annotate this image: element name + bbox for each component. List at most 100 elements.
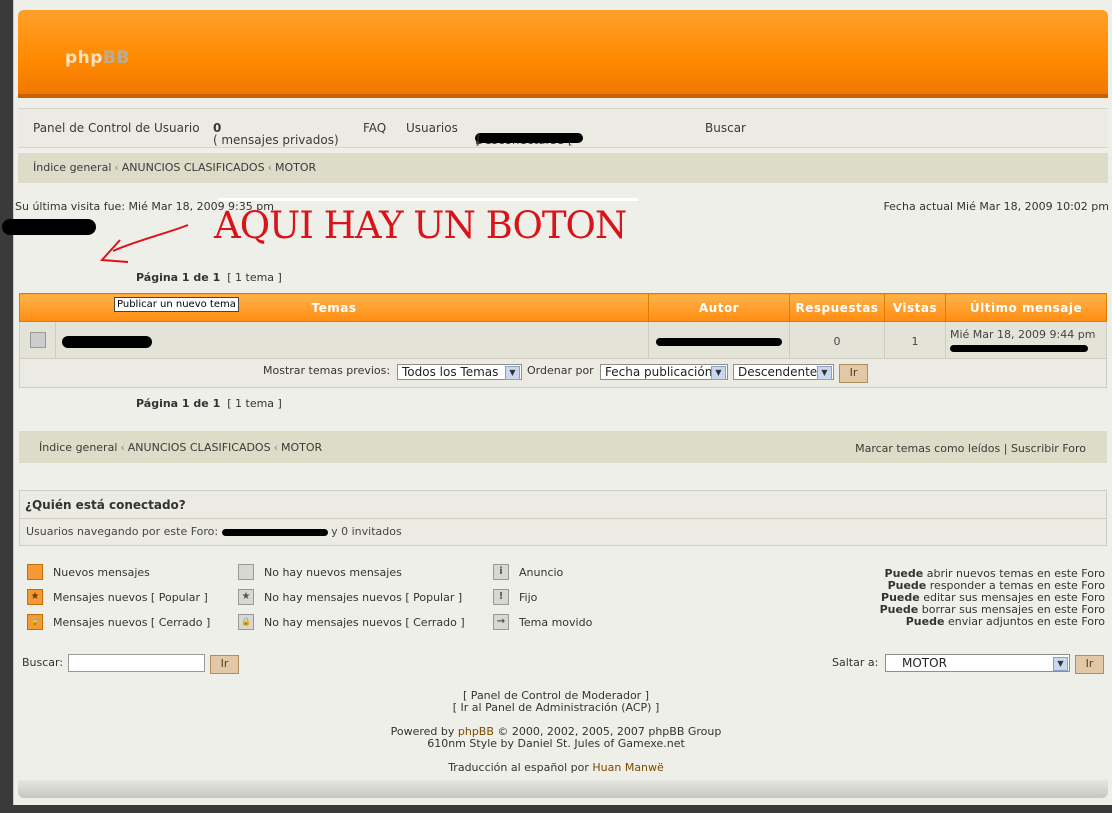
- browsing-label: Usuarios navegando por este Foro:: [26, 525, 219, 538]
- tooltip-new-topic: Publicar un nuevo tema: [114, 297, 239, 312]
- pagination-top: Página 1 de 1 [ 1 tema ]: [136, 271, 282, 284]
- jump-label: Saltar a:: [832, 656, 879, 669]
- topic-count: [ 1 tema ]: [227, 271, 282, 284]
- topic-last-post-cell: Mié Mar 18, 2009 9:44 pm: [945, 321, 1107, 361]
- new-locked-icon: 🔒: [27, 614, 43, 630]
- annotation-arrow: [99, 224, 189, 263]
- phpbb-logo[interactable]: phpBB: [65, 48, 130, 68]
- crumb-sep: ‹: [267, 161, 272, 174]
- topic-author-cell[interactable]: [648, 321, 790, 361]
- jump-select[interactable]: MOTOR ▼: [885, 654, 1070, 672]
- legend-announce: Anuncio: [519, 566, 564, 579]
- footer-acp-link[interactable]: [ Ir al Panel de Administración (ACP) ]: [0, 701, 1112, 714]
- mark-read-link[interactable]: Marcar temas como leídos: [855, 442, 1000, 455]
- pagination-bottom: Página 1 de 1 [ 1 tema ]: [136, 397, 282, 410]
- direction-select[interactable]: Descendente ▼: [733, 364, 834, 380]
- translation-pre: Traducción al español por: [448, 761, 593, 774]
- who-is-online-title: ¿Quién está conectado?: [20, 491, 1106, 519]
- page-info: Página 1 de 1: [136, 397, 221, 410]
- link-separator: |: [1003, 442, 1008, 455]
- topic-views: 1: [884, 321, 946, 361]
- who-is-online-body: Usuarios navegando por este Foro: y 0 in…: [20, 519, 1106, 544]
- annotation-text: AQUI HAY UN BOTON: [214, 204, 627, 247]
- topic-title-cell[interactable]: [55, 321, 649, 361]
- header-banner: phpBB: [18, 10, 1108, 98]
- redacted-online-users[interactable]: [221, 528, 328, 536]
- chevron-down-icon: ▼: [1053, 657, 1068, 671]
- legend-no-new-locked: No hay mensajes nuevos [ Cerrado ]: [264, 616, 465, 629]
- new-posts-icon: [27, 564, 43, 580]
- logo-php-text: php: [65, 48, 103, 68]
- sort-options-row: Mostrar temas previos: Todos los Temas ▼ …: [19, 358, 1107, 388]
- new-popular-icon: ★: [27, 589, 43, 605]
- show-topics-select[interactable]: Todos los Temas ▼: [397, 364, 522, 380]
- search-label: Buscar:: [22, 656, 64, 669]
- logo-bb-text: BB: [102, 48, 130, 68]
- crumb-sep: ‹: [273, 441, 278, 454]
- chevron-down-icon: ▼: [505, 366, 520, 380]
- legend-new-locked: Mensajes nuevos [ Cerrado ]: [53, 616, 211, 629]
- no-new-locked-icon: 🔒: [238, 614, 254, 630]
- page-info: Página 1 de 1: [136, 271, 221, 284]
- moved-icon: →: [493, 614, 509, 630]
- last-post-date: Mié Mar 18, 2009 9:44 pm: [950, 328, 1096, 341]
- top-navigation: Panel de Control de Usuario (0 mensajes …: [18, 108, 1108, 148]
- redacted-username: [475, 133, 583, 143]
- crumb-sep: ‹: [114, 161, 119, 174]
- header-views[interactable]: Vistas: [884, 293, 946, 322]
- nav-faq-link[interactable]: FAQ: [363, 121, 386, 135]
- guest-count: y 0 invitados: [331, 525, 402, 538]
- jump-value: MOTOR: [902, 656, 947, 670]
- no-new-posts-icon: [238, 564, 254, 580]
- no-new-popular-icon: ★: [238, 589, 254, 605]
- topic-read-icon: [29, 331, 46, 348]
- legend-no-new-popular: No hay mensajes nuevos [ Popular ]: [264, 591, 463, 604]
- redacted-topic-title: [62, 335, 152, 348]
- crumb-category[interactable]: ANUNCIOS CLASIFICADOS: [128, 441, 271, 454]
- footer-translation: Traducción al español por Huan Manwë: [0, 761, 1112, 774]
- logout-close: ]: [475, 133, 480, 147]
- search-go-button[interactable]: Ir: [210, 655, 239, 674]
- header-replies[interactable]: Respuestas: [789, 293, 885, 322]
- translator-link[interactable]: Huan Manwë: [592, 761, 663, 774]
- breadcrumb-bottom: Índice general ‹ ANUNCIOS CLASIFICADOS ‹ MOT…: [19, 431, 1107, 463]
- order-by-select[interactable]: Fecha publicación ▼: [600, 364, 728, 380]
- header-last-post[interactable]: Último mensaje: [945, 293, 1107, 322]
- legend-moved: Tema movido: [519, 616, 593, 629]
- pm-open: (: [213, 133, 218, 147]
- nav-users-link[interactable]: Usuarios: [406, 121, 458, 135]
- who-is-online: ¿Quién está conectado? Usuarios navegand…: [19, 490, 1107, 546]
- nav-pm-link[interactable]: (0 mensajes privados): [213, 121, 339, 147]
- subscribe-forum-link[interactable]: Suscribir Foro: [1011, 442, 1086, 455]
- crumb-index[interactable]: Índice general: [33, 161, 111, 174]
- nav-search-link[interactable]: Buscar: [705, 121, 746, 135]
- crumb-sep: ‹: [120, 441, 125, 454]
- topic-count: [ 1 tema ]: [227, 397, 282, 410]
- crumb-category[interactable]: ANUNCIOS CLASIFICADOS: [122, 161, 265, 174]
- order-label: Ordenar por: [527, 364, 594, 377]
- legend-no-new: No hay nuevos mensajes: [264, 566, 402, 579]
- jump-go-button[interactable]: Ir: [1075, 655, 1104, 674]
- direction-value: Descendente: [738, 365, 818, 379]
- legend-sticky: Fijo: [519, 591, 538, 604]
- order-by-value: Fecha publicación: [605, 365, 713, 379]
- topic-icon-cell: [19, 321, 56, 361]
- redacted-author: [656, 337, 782, 346]
- legend-new: Nuevos mensajes: [53, 566, 150, 579]
- new-topic-button-redacted[interactable]: [2, 219, 98, 237]
- current-date: Fecha actual Mié Mar 18, 2009 10:02 pm: [883, 200, 1109, 213]
- perm-can: Puede: [905, 615, 945, 628]
- topic-replies: 0: [789, 321, 885, 361]
- redacted-last-poster[interactable]: [950, 344, 1088, 352]
- header-author[interactable]: Autor: [648, 293, 790, 322]
- sort-go-button[interactable]: Ir: [839, 364, 868, 383]
- show-topics-value: Todos los Temas: [402, 365, 499, 379]
- crumb-index[interactable]: Índice general: [39, 441, 117, 454]
- pm-close: mensajes privados): [221, 133, 339, 147]
- search-input[interactable]: [68, 654, 205, 672]
- crumb-forum[interactable]: MOTOR: [281, 441, 322, 454]
- permission-item: Puede enviar adjuntos en este Foro: [906, 615, 1105, 628]
- crumb-forum[interactable]: MOTOR: [275, 161, 316, 174]
- legend-new-popular: Mensajes nuevos [ Popular ]: [53, 591, 208, 604]
- nav-ucp-link[interactable]: Panel de Control de Usuario: [33, 121, 200, 135]
